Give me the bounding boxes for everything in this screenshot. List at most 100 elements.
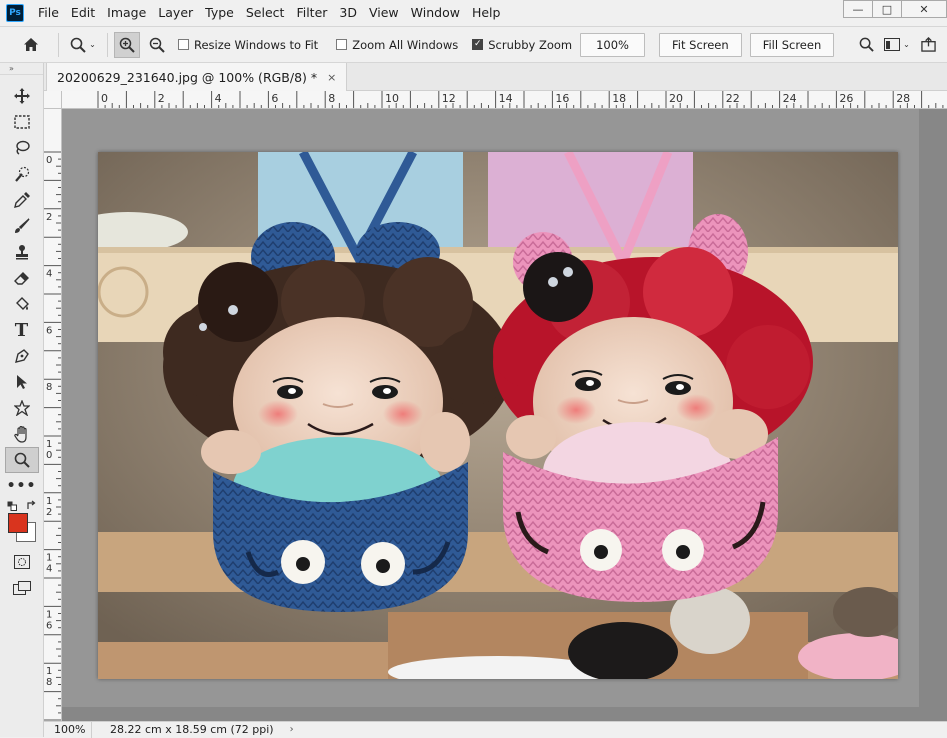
ruler-label: 0	[46, 155, 52, 166]
zoom-all-windows-label: Zoom All Windows	[352, 37, 459, 52]
ruler-label: 2	[158, 92, 165, 105]
zoom-icon	[70, 37, 86, 53]
menu-3d[interactable]: 3D	[333, 0, 363, 26]
menu-window[interactable]: Window	[405, 0, 466, 26]
more-tools[interactable]: •••	[5, 473, 39, 499]
options-bar: ⌄ Resize Windows to Fit Zoom All Windows…	[0, 26, 947, 63]
minimize-button[interactable]: —	[843, 0, 873, 18]
type-tool[interactable]: T	[5, 317, 39, 343]
status-menu-arrow[interactable]: ›	[290, 724, 294, 735]
screen-mode-button[interactable]	[5, 575, 39, 601]
ruler-label: 6	[271, 92, 278, 105]
shape-tool[interactable]	[5, 395, 39, 421]
foreground-color-swatch[interactable]	[8, 513, 28, 533]
quick-mask-button[interactable]	[5, 549, 39, 575]
ruler-label: 1	[46, 496, 52, 507]
ruler-label: 1	[46, 609, 52, 620]
type-icon: T	[14, 319, 29, 341]
resize-windows-checkbox[interactable]: Resize Windows to Fit	[178, 38, 318, 52]
swap-colors-icon[interactable]	[26, 500, 37, 511]
tools-panel: » T •••	[0, 63, 44, 737]
document-tab[interactable]: 20200629_231640.jpg @ 100% (RGB/8) * ×	[46, 63, 348, 91]
brush-tool[interactable]	[5, 213, 39, 239]
stamp-tool[interactable]	[5, 239, 39, 265]
quick-mask-icon	[13, 555, 30, 569]
close-tab-icon[interactable]: ×	[327, 71, 336, 84]
menu-view[interactable]: View	[363, 0, 405, 26]
eraser-tool[interactable]	[5, 265, 39, 291]
quick-select-tool[interactable]	[5, 161, 39, 187]
zoom-tool[interactable]	[4, 447, 39, 473]
ruler-label: 22	[726, 92, 740, 105]
fill-screen-button[interactable]: Fill Screen	[749, 32, 835, 57]
checkbox-box-checked: ✓	[472, 39, 484, 50]
ruler-label: 14	[499, 92, 513, 105]
workspace-button[interactable]: ⌄	[879, 32, 915, 58]
zoom-in-button[interactable]	[114, 31, 140, 58]
default-colors-icon[interactable]	[7, 501, 17, 511]
vertical-ruler[interactable]: 024681012141618	[44, 109, 62, 721]
workspace-icon	[884, 38, 901, 51]
crochet-dolls-photo	[98, 152, 898, 679]
scrubby-zoom-checkbox[interactable]: ✓ Scrubby Zoom	[472, 38, 572, 52]
photoshop-logo: Ps	[6, 4, 24, 22]
ruler-origin[interactable]	[44, 91, 62, 109]
ruler-label: 4	[46, 564, 52, 575]
zoom-tool-icon	[14, 452, 30, 468]
menu-edit[interactable]: Edit	[65, 0, 101, 26]
hand-tool[interactable]	[5, 421, 39, 447]
menu-help[interactable]: Help	[466, 0, 507, 26]
path-select-tool[interactable]	[5, 369, 39, 395]
marquee-tool[interactable]	[5, 109, 39, 135]
status-bar: 100% 28.22 cm x 18.59 cm (72 ppi) ›	[44, 721, 947, 738]
ruler-label: 24	[783, 92, 797, 105]
ruler-label: 8	[328, 92, 335, 105]
pen-tool[interactable]	[5, 343, 39, 369]
status-zoom-field[interactable]: 100%	[44, 721, 92, 738]
close-button[interactable]: ✕	[901, 0, 947, 18]
home-icon	[24, 38, 38, 51]
ruler-label: 28	[896, 92, 910, 105]
share-button[interactable]	[915, 32, 941, 58]
lasso-tool[interactable]	[5, 135, 39, 161]
move-tool[interactable]	[5, 83, 39, 109]
search-button[interactable]	[853, 32, 879, 58]
more-icon: •••	[6, 478, 37, 494]
maximize-button[interactable]: □	[872, 0, 902, 18]
brush-icon	[14, 218, 30, 233]
ruler-label: 2	[46, 212, 52, 223]
zoom-out-button[interactable]	[144, 32, 170, 58]
pen-icon	[14, 349, 29, 363]
zoom-tool-preset[interactable]: ⌄	[65, 32, 101, 58]
ruler-label: 18	[612, 92, 626, 105]
zoom-value-field[interactable]: 100%	[580, 32, 645, 57]
ruler-label: 1	[46, 553, 52, 564]
menu-layer[interactable]: Layer	[152, 0, 199, 26]
checkbox-box	[178, 39, 189, 50]
fit-screen-button[interactable]: Fit Screen	[659, 32, 742, 57]
collapse-panel-icon[interactable]: »	[0, 63, 43, 75]
home-button[interactable]	[18, 32, 44, 58]
menu-select[interactable]: Select	[240, 0, 291, 26]
zoom-all-windows-checkbox[interactable]: Zoom All Windows	[336, 38, 458, 52]
menu-type[interactable]: Type	[199, 0, 240, 26]
stamp-icon	[15, 245, 28, 260]
paint-bucket-tool[interactable]	[5, 291, 39, 317]
menu-image[interactable]: Image	[101, 0, 152, 26]
menu-file[interactable]: File	[32, 0, 65, 26]
document-image[interactable]	[98, 152, 898, 679]
eyedropper-tool[interactable]	[5, 187, 39, 213]
horizontal-ruler[interactable]: 0 2 4 6 8 10 12 14 16 18 20 22 24 26 28	[62, 91, 947, 109]
chevron-down-icon: ⌄	[903, 40, 910, 49]
ruler-label: 6	[46, 325, 52, 336]
menu-bar: Ps File Edit Image Layer Type Select Fil…	[0, 0, 947, 26]
canvas-area[interactable]	[62, 109, 947, 721]
chevron-down-icon: ⌄	[89, 40, 96, 49]
search-icon	[859, 37, 874, 52]
ruler-label: 1	[46, 439, 52, 450]
horizontal-ruler-ticks: 0 2 4 6 8 10 12 14 16 18 20 22 24 26 28	[97, 91, 944, 108]
path-select-icon	[16, 375, 27, 389]
menu-filter[interactable]: Filter	[290, 0, 333, 26]
document-tab-title: 20200629_231640.jpg @ 100% (RGB/8) *	[57, 69, 318, 85]
zoom-in-icon	[119, 37, 135, 53]
